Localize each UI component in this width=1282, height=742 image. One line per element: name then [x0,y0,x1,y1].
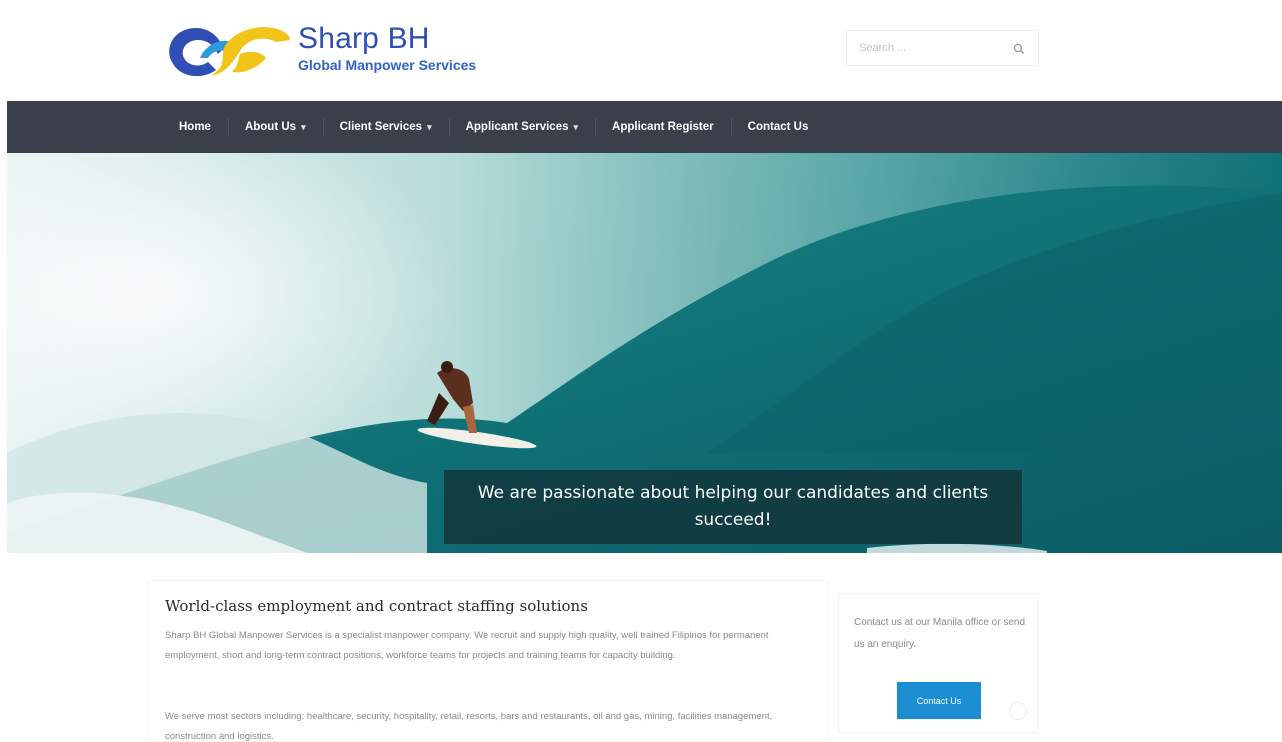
contact-widget: Contact us at our Manila office or send … [838,593,1038,733]
loading-spinner-icon [1009,702,1027,720]
nav-item-label: Home [179,121,211,133]
infinity-swoosh-logo-icon [169,27,290,77]
sectors-paragraph: We serve most sectors including: healthc… [165,711,773,742]
nav-item-label: Applicant Register [612,121,714,133]
search-box [846,30,1039,66]
intro-section: World-class employment and contract staf… [148,580,828,742]
chevron-down-icon: ▾ [301,121,306,132]
search-icon[interactable] [1012,42,1026,56]
chevron-down-icon: ▾ [573,121,579,132]
section-heading: World-class employment and contract staf… [165,597,588,615]
logo-subtitle: Global Manpower Services [298,57,477,73]
search-input[interactable] [847,42,997,54]
nav-item-label: Client Services [339,121,423,133]
contact-us-button[interactable]: Contact Us [897,682,981,719]
intro-paragraph: Sharp BH Global Manpower Services is a s… [165,630,769,661]
chevron-down-icon: ▾ [427,121,432,132]
site-header: Sharp BH Global Manpower Services [0,0,1282,101]
nav-item-home[interactable]: Home [162,101,228,153]
main-navigation: Home About Us ▾ Client Services ▾ Applican… [7,101,1282,153]
nav-item-label: Applicant Services [465,121,569,133]
nav-item-contact-us[interactable]: Contact Us [730,101,826,153]
nav-item-label: About Us [244,121,297,133]
nav-item-client-services[interactable]: Client Services ▾ [322,101,449,153]
nav-item-applicant-services[interactable]: Applicant Services ▾ [448,101,595,153]
nav-item-applicant-register[interactable]: Applicant Register [595,101,731,153]
nav-item-label: Contact Us [747,121,809,133]
hero-caption: We are passionate about helping our cand… [444,470,1022,544]
contact-widget-text: Contact us at our Manila office or send … [854,617,1026,650]
nav-item-about-us[interactable]: About Us ▾ [227,101,323,153]
logo-title: Sharp BH [298,22,430,55]
site-logo[interactable]: Sharp BH Global Manpower Services [162,18,502,84]
hero-banner: We are passionate about helping our cand… [7,153,1282,553]
